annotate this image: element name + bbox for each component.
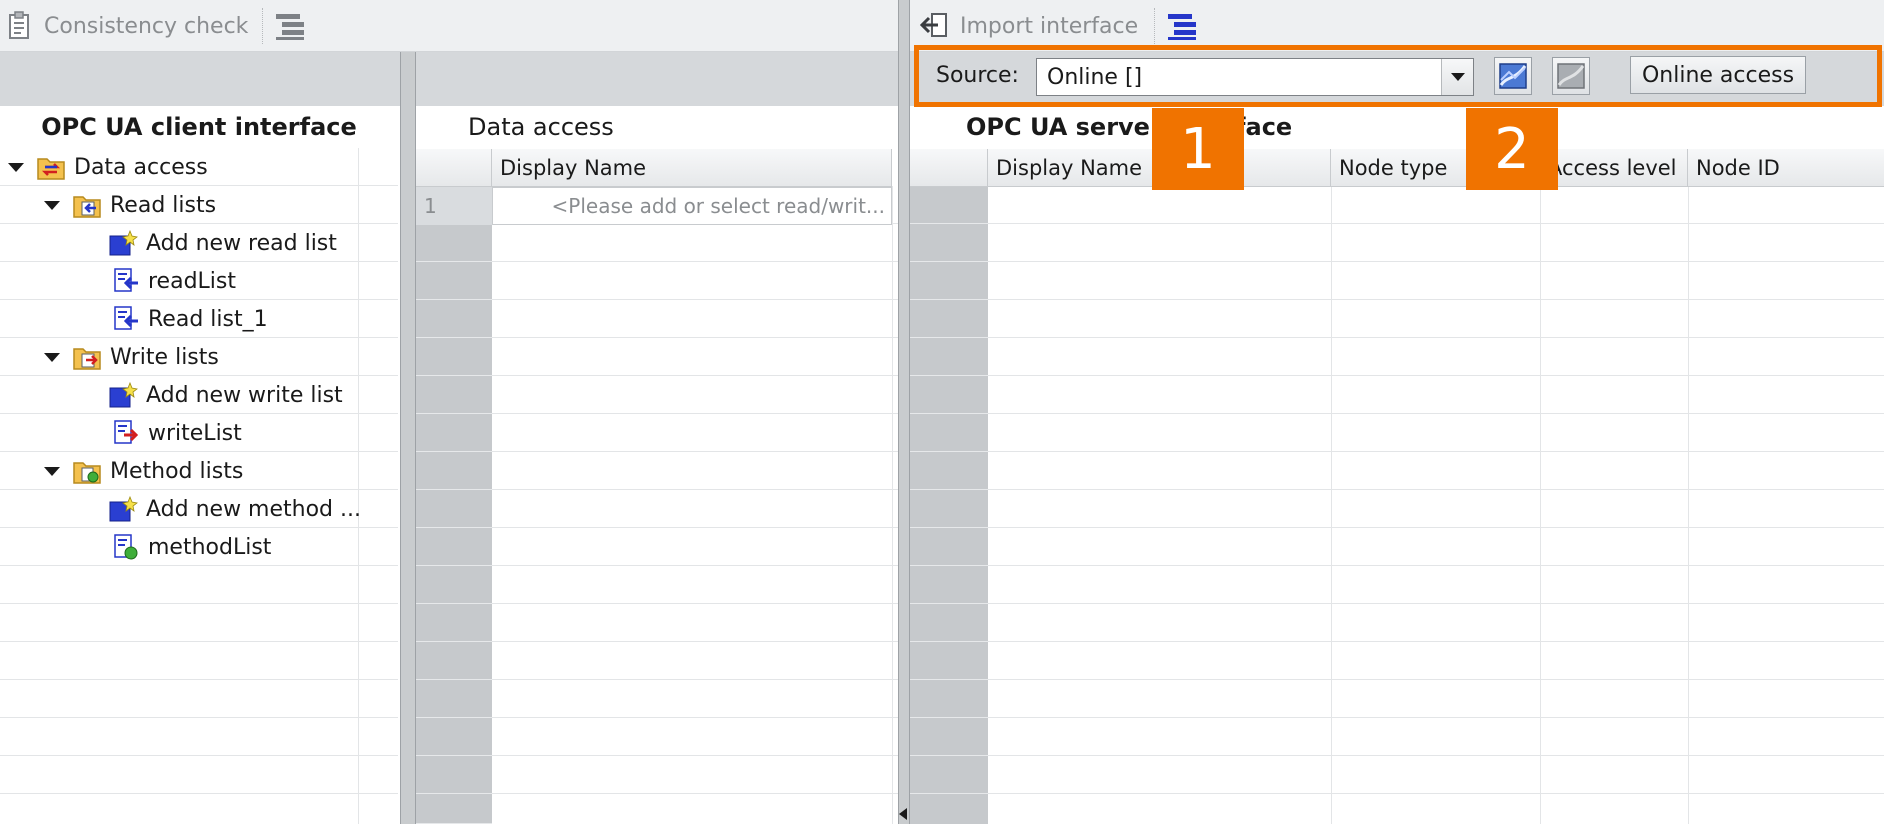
row-number: 1: [424, 194, 437, 218]
tree-item-label: Data access: [74, 154, 208, 180]
read-list-icon: [114, 268, 138, 292]
source-highlight-box: [914, 45, 1882, 107]
method-lists-folder-icon: [73, 462, 101, 484]
grid-column-line: [1688, 186, 1689, 824]
import-interface-icon: [920, 13, 947, 37]
add-new-icon: [109, 229, 138, 256]
column-header-label: Display Name: [996, 155, 1143, 180]
list-indent-icon: [276, 14, 304, 40]
column-header-label: Node ID: [1696, 155, 1780, 180]
expand-caret-icon[interactable]: [44, 466, 60, 476]
tree-item-add-new-method-list[interactable]: Add new method ...: [108, 490, 361, 528]
row-number-cell: 1: [416, 187, 492, 225]
import-interface-button[interactable]: Import interface: [920, 8, 1138, 44]
callout-number: 2: [1494, 116, 1530, 182]
add-new-icon: [109, 381, 138, 408]
tree-column-line: [358, 148, 359, 824]
read-list-icon: [114, 306, 138, 330]
server-interface-header: OPC UA server interface: [910, 106, 1884, 148]
row-number-header: [910, 149, 988, 187]
callout-number: 1: [1180, 116, 1216, 182]
tree-item-method-lists[interactable]: Method lists: [44, 452, 243, 490]
tree-item-label: Read lists: [110, 192, 217, 218]
client-interface-header: OPC UA client interface: [0, 106, 398, 148]
consistency-check-icon: [9, 11, 29, 39]
tree-item-label: Read list_1: [148, 306, 268, 332]
tree-item-write-lists[interactable]: Write lists: [44, 338, 219, 376]
data-access-grid: [416, 148, 898, 824]
method-list-icon: [114, 534, 138, 560]
tree-item-label: Add new read list: [146, 230, 337, 256]
column-header-label: Node type: [1339, 155, 1448, 180]
tree-item-read-lists[interactable]: Read lists: [44, 186, 216, 224]
grid-column-line: [1540, 186, 1541, 824]
tree-item-label: Add new method ...: [146, 496, 361, 522]
column-header-label: Access level: [1548, 155, 1677, 180]
left-secondary-bar: [0, 52, 898, 106]
right-splitter[interactable]: [898, 0, 910, 824]
consistency-check-button[interactable]: Consistency check: [6, 8, 248, 44]
client-interface-tree: Data access Read lists Add new read list…: [0, 148, 398, 824]
callout-marker-2: 2: [1466, 108, 1558, 190]
tree-item-read-list-1[interactable]: Read list_1: [112, 300, 268, 338]
placeholder-text: <Please add or select read/writ...: [551, 194, 885, 218]
write-list-icon: [114, 420, 139, 444]
tree-item-add-new-read-list[interactable]: Add new read list: [108, 224, 337, 262]
expand-caret-icon[interactable]: [44, 200, 60, 210]
tree-item-writelist[interactable]: writeList: [112, 414, 242, 452]
tree-item-label: methodList: [148, 534, 272, 560]
grid-row-lines: [492, 186, 898, 824]
import-interface-label: Import interface: [960, 13, 1139, 39]
tree-item-label: Add new write list: [146, 382, 343, 408]
column-header-label: Display Name: [500, 155, 647, 180]
display-name-column-header[interactable]: Display Name: [492, 149, 892, 187]
left-splitter[interactable]: [400, 52, 416, 824]
server-interface-grid: [910, 148, 1884, 824]
toolbar-separator: [1154, 8, 1155, 44]
toolbar-separator: [262, 8, 263, 44]
grid-column-line: [1331, 186, 1332, 824]
list-indent-icon: [1168, 14, 1196, 40]
grid-column-line: [892, 186, 893, 824]
client-interface-title: OPC UA client interface: [41, 113, 357, 141]
tree-item-label: readList: [148, 268, 236, 294]
add-read-write-list-cell[interactable]: <Please add or select read/writ...: [492, 187, 892, 225]
data-access-header: Data access: [416, 106, 898, 148]
tree-item-add-new-write-list[interactable]: Add new write list: [108, 376, 343, 414]
tree-item-readlist[interactable]: readList: [112, 262, 236, 300]
expand-caret-icon[interactable]: [8, 162, 24, 172]
read-lists-folder-icon: [73, 196, 101, 218]
row-number-column: [910, 186, 988, 824]
data-access-title: Data access: [468, 113, 614, 141]
data-access-folder-icon: [37, 158, 65, 180]
tree-item-label: Write lists: [110, 344, 219, 370]
write-lists-folder-icon: [73, 348, 101, 370]
tree-item-label: writeList: [148, 420, 242, 446]
access-level-column-header[interactable]: Access level: [1540, 149, 1688, 187]
row-number-header: [416, 149, 492, 187]
tree-item-label: Method lists: [110, 458, 244, 484]
scroll-left-arrow-icon[interactable]: [899, 808, 907, 820]
toolbar-list-button-right[interactable]: [1166, 8, 1198, 44]
tree-item-methodlist[interactable]: methodList: [112, 528, 271, 566]
expand-caret-icon[interactable]: [44, 352, 60, 362]
grid-row-lines: [988, 186, 1884, 824]
left-toolbar: Consistency check: [0, 0, 898, 52]
callout-marker-1: 1: [1152, 108, 1244, 190]
tree-item-data-access[interactable]: Data access: [8, 148, 208, 186]
toolbar-list-button[interactable]: [274, 8, 306, 44]
add-new-icon: [109, 495, 138, 522]
consistency-check-label: Consistency check: [44, 13, 249, 39]
row-number-column: [416, 186, 492, 824]
node-id-column-header[interactable]: Node ID: [1688, 149, 1884, 187]
